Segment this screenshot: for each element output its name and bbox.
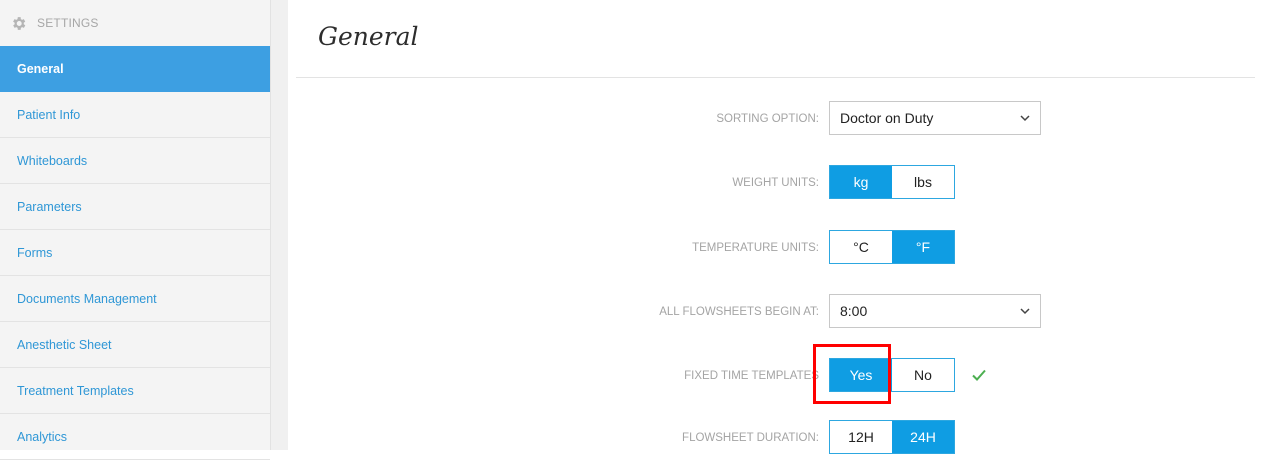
fixed-time-yes-option[interactable]: Yes — [830, 359, 892, 391]
weight-units-label: WEIGHT UNITS: — [732, 177, 819, 189]
page-title: General — [318, 22, 419, 51]
weight-units-toggle: kg lbs — [829, 165, 955, 199]
flowsheet-duration-row: FLOWSHEET DURATION: 12H 24H — [288, 420, 1275, 456]
sorting-option-label: SORTING OPTION: — [716, 113, 819, 125]
sidebar-header: SETTINGS — [0, 0, 270, 46]
temperature-units-row: TEMPERATURE UNITS: °C °F — [288, 230, 1275, 266]
sidebar-item-patient-info[interactable]: Patient Info — [0, 92, 270, 138]
flowsheet-begin-label: ALL FLOWSHEETS BEGIN AT: — [659, 306, 819, 318]
temperature-units-label: TEMPERATURE UNITS: — [692, 242, 819, 254]
fixed-time-no-option[interactable]: No — [892, 359, 954, 391]
settings-sidebar: SETTINGS General Patient Info Whiteboard… — [0, 0, 271, 460]
temperature-fahrenheit-option[interactable]: °F — [892, 231, 954, 263]
flowsheet-begin-value: 8:00 — [840, 303, 868, 319]
flowsheet-duration-toggle: 12H 24H — [829, 420, 955, 454]
sidebar-item-parameters[interactable]: Parameters — [0, 184, 270, 230]
fixed-time-templates-label: FIXED TIME TEMPLATES — [684, 370, 819, 382]
temperature-units-toggle: °C °F — [829, 230, 955, 264]
sidebar-item-whiteboards[interactable]: Whiteboards — [0, 138, 270, 184]
duration-24h-option[interactable]: 24H — [892, 421, 954, 453]
check-icon — [972, 369, 986, 381]
settings-main: General SORTING OPTION: Doctor on Duty W… — [288, 0, 1275, 454]
duration-12h-option[interactable]: 12H — [830, 421, 892, 453]
title-divider — [296, 77, 1255, 78]
sidebar-item-anesthetic-sheet[interactable]: Anesthetic Sheet — [0, 322, 270, 368]
weight-units-row: WEIGHT UNITS: kg lbs — [288, 165, 1275, 201]
sidebar-item-forms[interactable]: Forms — [0, 230, 270, 276]
weight-kg-option[interactable]: kg — [830, 166, 892, 198]
sidebar-item-documents-management[interactable]: Documents Management — [0, 276, 270, 322]
sorting-option-value: Doctor on Duty — [840, 110, 934, 126]
sidebar-item-analytics[interactable]: Analytics — [0, 414, 270, 460]
sidebar-header-label: SETTINGS — [37, 16, 99, 30]
chevron-down-icon — [1020, 308, 1030, 315]
sorting-option-select[interactable]: Doctor on Duty — [829, 101, 1041, 135]
sidebar-item-treatment-templates[interactable]: Treatment Templates — [0, 368, 270, 414]
weight-lbs-option[interactable]: lbs — [892, 166, 954, 198]
flowsheet-begin-row: ALL FLOWSHEETS BEGIN AT: 8:00 — [288, 294, 1275, 330]
sorting-option-row: SORTING OPTION: Doctor on Duty — [288, 101, 1275, 137]
sidebar-gutter — [271, 0, 288, 450]
sidebar-item-general[interactable]: General — [0, 46, 270, 92]
temperature-celsius-option[interactable]: °C — [830, 231, 892, 263]
flowsheet-begin-select[interactable]: 8:00 — [829, 294, 1041, 328]
chevron-down-icon — [1020, 115, 1030, 122]
fixed-time-templates-toggle: Yes No — [829, 358, 955, 392]
fixed-time-templates-row: FIXED TIME TEMPLATES Yes No — [288, 358, 1275, 394]
flowsheet-duration-label: FLOWSHEET DURATION: — [682, 432, 819, 444]
gear-icon — [13, 16, 26, 30]
